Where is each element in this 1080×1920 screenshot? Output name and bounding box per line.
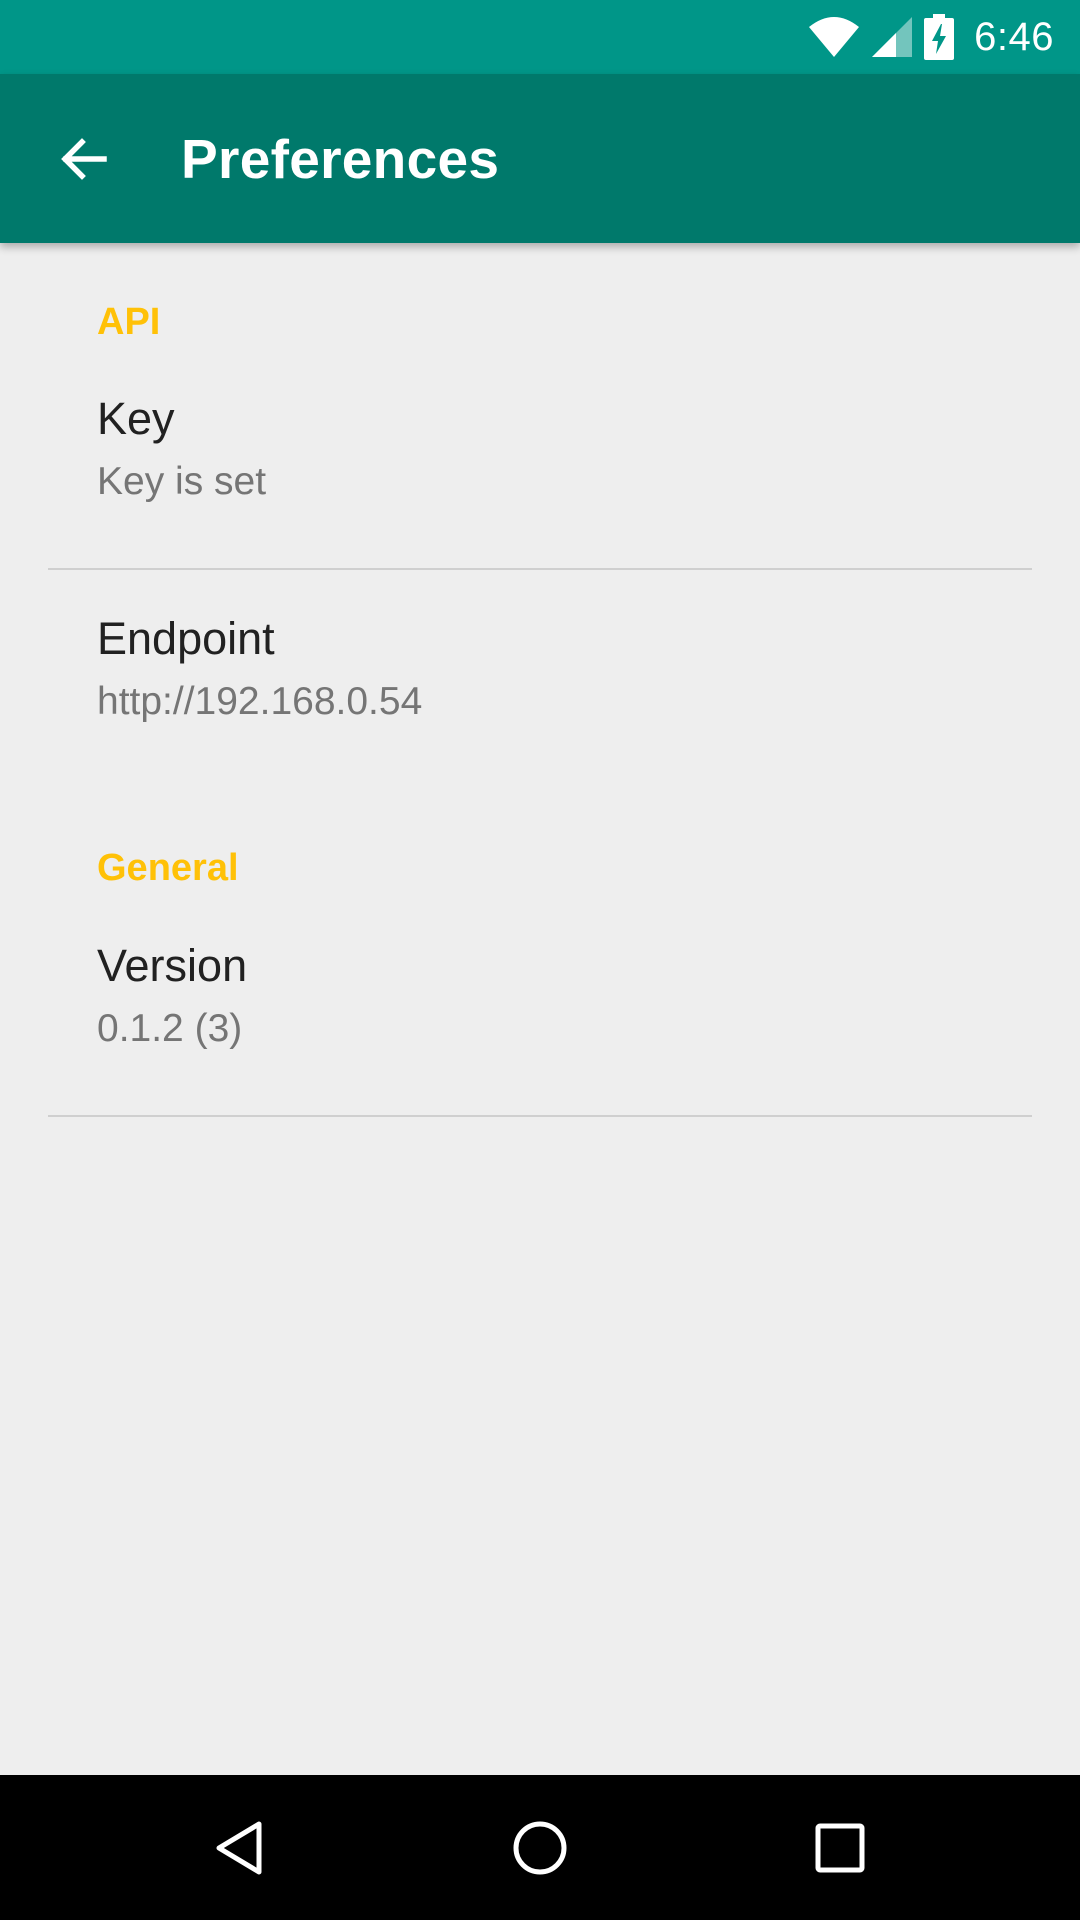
divider xyxy=(48,568,1032,570)
pref-item-key[interactable]: Key Key is set xyxy=(0,393,1080,568)
back-button[interactable] xyxy=(38,114,128,204)
pref-summary-key: Key is set xyxy=(97,460,267,503)
battery-charging-icon xyxy=(924,14,955,60)
app-bar: Preferences xyxy=(0,74,1080,243)
wifi-icon xyxy=(808,15,860,59)
page-title: Preferences xyxy=(181,127,500,190)
home-circle-icon xyxy=(513,1821,567,1874)
recents-square-icon xyxy=(815,1823,865,1872)
cell-signal-icon xyxy=(870,15,914,59)
pref-item-version[interactable]: Version 0.1.2 (3) xyxy=(0,940,1080,1115)
nav-back-button[interactable] xyxy=(185,1793,295,1903)
pref-title-version: Version xyxy=(97,940,248,991)
status-bar: 6:46 xyxy=(0,0,1080,74)
nav-home-button[interactable] xyxy=(485,1793,595,1903)
category-title-api: API xyxy=(97,301,161,343)
pref-summary-version: 0.1.2 (3) xyxy=(97,1007,243,1050)
arrow-back-icon xyxy=(61,137,107,180)
pref-title-endpoint: Endpoint xyxy=(97,613,275,664)
pref-item-endpoint[interactable]: Endpoint http://192.168.0.54 xyxy=(0,613,1080,763)
preferences-list: API Key Key is set Endpoint http://192.1… xyxy=(0,243,1080,1775)
navigation-bar xyxy=(0,1775,1080,1920)
nav-recents-button[interactable] xyxy=(785,1793,895,1903)
status-clock: 6:46 xyxy=(974,14,1054,59)
category-title-general: General xyxy=(97,847,239,889)
back-triangle-icon xyxy=(216,1821,262,1874)
pref-title-key: Key xyxy=(97,393,175,444)
divider xyxy=(48,1115,1032,1117)
pref-summary-endpoint: http://192.168.0.54 xyxy=(97,680,423,723)
